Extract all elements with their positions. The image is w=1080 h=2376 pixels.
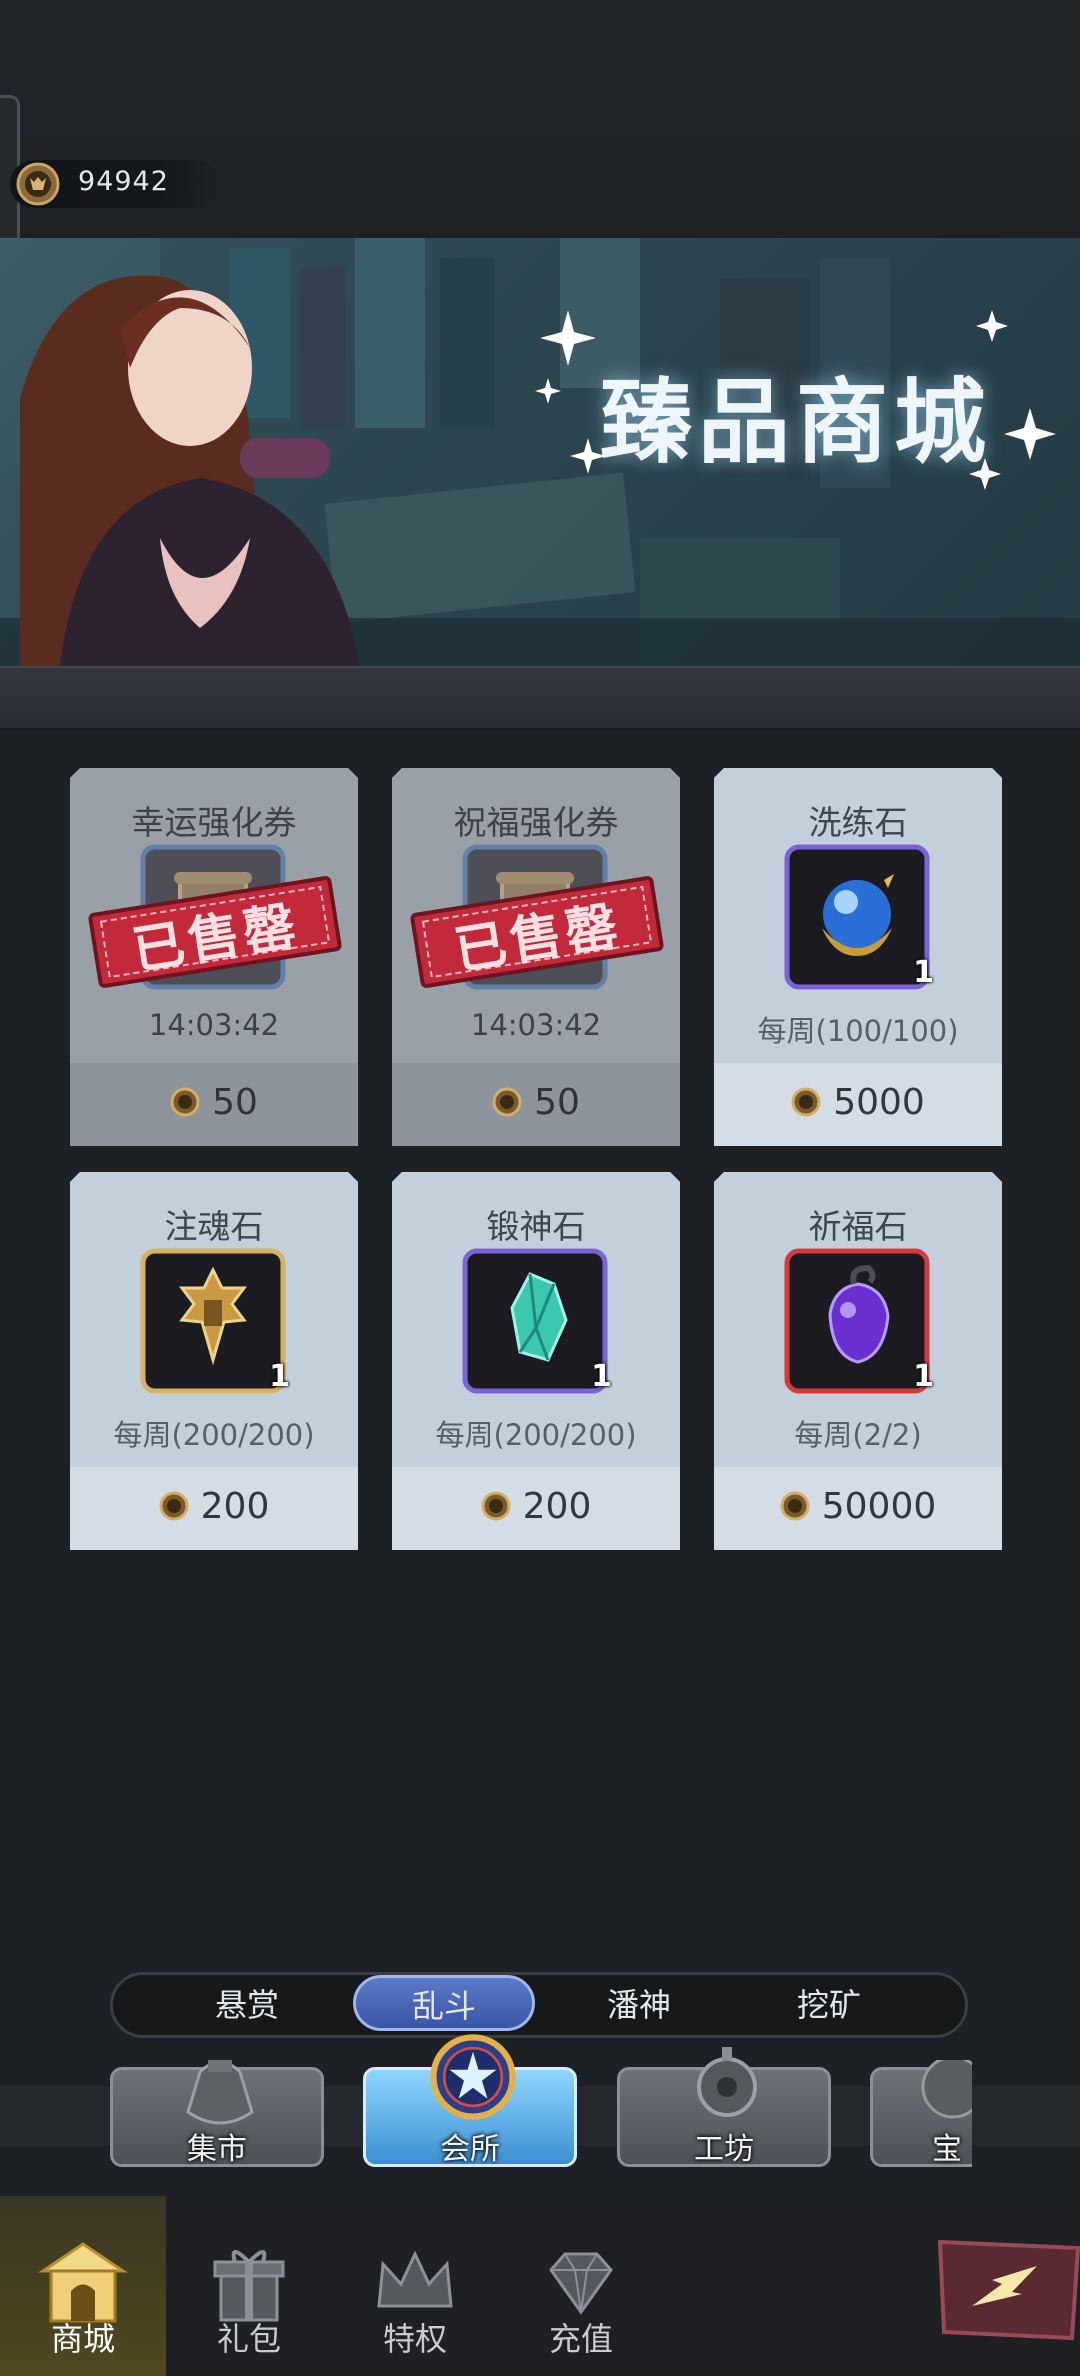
treasure-icon <box>921 2060 972 2119</box>
green-crystal-icon <box>462 1248 608 1394</box>
shop-item-card[interactable]: 幸运强化券 已售罄 14:03:42 50 <box>70 768 358 1146</box>
nav-shop-label: 商城 <box>50 2320 115 2358</box>
item-price: 50 <box>212 1081 258 1123</box>
shop-item-card[interactable]: 祈福石 1 每周(2/2) 50000 <box>714 1172 1002 1550</box>
blue-orb-icon <box>784 844 930 990</box>
category-treasure[interactable]: 宝 <box>870 2060 972 2167</box>
item-name: 洗练石 <box>808 803 908 842</box>
banner-divider <box>0 666 1080 730</box>
banner-title: 臻品商城 <box>600 369 993 476</box>
weekly-limit: 每周(200/200) <box>113 1418 315 1452</box>
price-row: 200 <box>70 1484 358 1528</box>
crown-icon <box>377 2250 453 2308</box>
restock-timer: 14:03:42 <box>470 1008 602 1042</box>
currency-amount: 94942 <box>78 166 169 197</box>
price-row: 50000 <box>714 1484 1002 1528</box>
item-name: 锻神石 <box>486 1207 586 1246</box>
item-frame: 1 <box>140 1248 290 1394</box>
shop-item-card[interactable]: 祝福强化券 已售罄 14:03:42 50 <box>392 768 680 1146</box>
item-price: 200 <box>522 1485 592 1527</box>
tab-mining[interactable]: 挖矿 <box>759 1975 899 2035</box>
money-bag-icon <box>186 2060 254 2125</box>
item-frame: 1 <box>784 1248 934 1394</box>
nav-privilege[interactable]: 特权 <box>332 2196 498 2376</box>
weekly-limit: 每周(200/200) <box>435 1418 637 1452</box>
category-workshop[interactable]: 工坊 <box>617 2047 831 2167</box>
nav-shop[interactable]: 商城 <box>0 2196 166 2376</box>
item-price: 50000 <box>821 1485 937 1527</box>
nav-gift-label: 礼包 <box>216 2320 281 2358</box>
weekly-limit: 每周(2/2) <box>794 1418 922 1452</box>
gift-box-icon <box>213 2250 285 2322</box>
item-quantity: 1 <box>913 955 934 990</box>
shop-item-card[interactable]: 锻神石 1 每周(200/200) 200 <box>392 1172 680 1550</box>
shop-building-icon <box>38 2242 128 2323</box>
nav-recharge[interactable]: 充值 <box>498 2196 664 2376</box>
gold-coin-icon <box>16 162 60 206</box>
gear-icon <box>697 2047 757 2117</box>
item-name: 祝福强化券 <box>453 803 619 842</box>
sub-tab-bar: 悬赏 乱斗 潘神 挖矿 <box>110 1972 968 2038</box>
category-overflow-clip: 宝 <box>870 2060 972 2170</box>
item-price: 5000 <box>833 1081 925 1123</box>
category-market-label: 集市 <box>187 2132 247 2167</box>
shop-banner: 臻品商城 <box>0 238 1080 666</box>
item-quantity: 1 <box>269 1359 290 1394</box>
gold-coin-icon <box>170 1087 200 1117</box>
nav-gift[interactable]: 礼包 <box>166 2196 332 2376</box>
category-treasure-label: 宝 <box>932 2132 962 2167</box>
category-market[interactable]: 集市 <box>110 2060 324 2167</box>
purple-gem-icon <box>784 1248 930 1394</box>
gold-coin-icon <box>791 1087 821 1117</box>
diamond-icon <box>549 2252 613 2315</box>
category-club[interactable]: 会所 <box>363 2034 577 2167</box>
item-price: 50 <box>534 1081 580 1123</box>
item-frame: 1 <box>462 1248 612 1394</box>
item-quantity: 1 <box>591 1359 612 1394</box>
gold-coin-icon <box>492 1087 522 1117</box>
shop-item-card[interactable]: 注魂石 1 每周(200/200) 200 <box>70 1172 358 1550</box>
item-quantity: 1 <box>913 1359 934 1394</box>
item-price: 200 <box>200 1485 270 1527</box>
price-row: 200 <box>392 1484 680 1528</box>
nav-recharge-label: 充值 <box>548 2320 613 2358</box>
star-emblem-icon <box>430 2034 516 2120</box>
item-name: 祈福石 <box>808 1207 908 1246</box>
nav-privilege-label: 特权 <box>382 2320 447 2358</box>
gold-coin-icon <box>780 1491 810 1521</box>
gold-coin-icon <box>159 1491 189 1521</box>
restock-timer: 14:03:42 <box>148 1008 280 1042</box>
weekly-limit: 每周(100/100) <box>757 1014 959 1048</box>
currency-display: 94942 <box>10 160 220 208</box>
gold-crest-icon <box>140 1248 286 1394</box>
price-row: 50 <box>392 1080 680 1124</box>
shop-item-card[interactable]: 洗练石 1 每周(100/100) 5000 <box>714 768 1002 1146</box>
item-name: 注魂石 <box>164 1207 264 1246</box>
gold-coin-icon <box>481 1491 511 1521</box>
next-arrow-button[interactable] <box>932 2236 1080 2344</box>
category-club-label: 会所 <box>440 2132 500 2167</box>
price-row: 5000 <box>714 1080 1002 1124</box>
tab-pan-god[interactable]: 潘神 <box>569 1975 709 2035</box>
tab-brawl[interactable]: 乱斗 <box>353 1975 535 2031</box>
item-frame: 1 <box>784 844 934 990</box>
category-workshop-label: 工坊 <box>694 2132 754 2167</box>
price-row: 50 <box>70 1080 358 1124</box>
item-name: 幸运强化券 <box>131 803 297 842</box>
tab-bounty[interactable]: 悬赏 <box>177 1975 317 2035</box>
